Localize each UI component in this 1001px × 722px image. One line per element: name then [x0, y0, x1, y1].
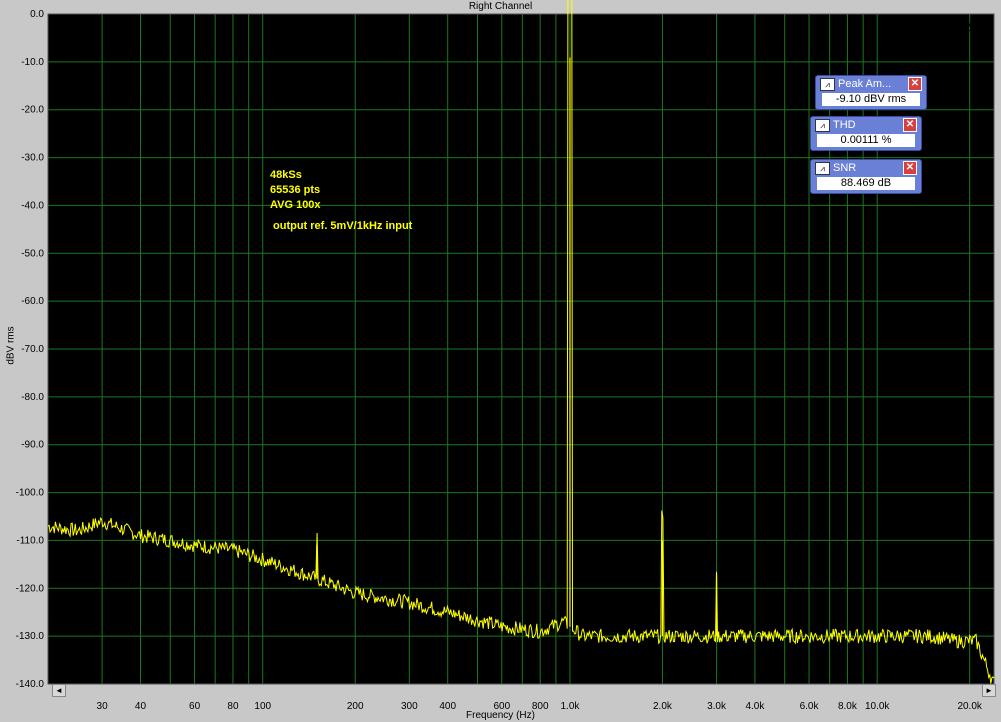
waveform-icon: ⩘ [815, 119, 830, 132]
waveform-icon: ⩘ [815, 162, 830, 175]
meter-peak-amplitude[interactable]: ⩘ Peak Am... ✕ -9.10 dBV rms [815, 75, 927, 110]
y-tick-label: 0.0 [30, 9, 44, 20]
meter-value: 88.469 dB [817, 177, 915, 190]
meter-value: 0.00111 % [817, 134, 915, 147]
scroll-left-button[interactable]: ◄ [52, 684, 66, 697]
scroll-right-button[interactable]: ► [982, 684, 996, 697]
waveform-icon: ⩘ [820, 78, 835, 91]
annotation-text: AVG 100x [270, 199, 321, 211]
y-tick-label: -100.0 [16, 488, 45, 499]
close-icon[interactable]: ✕ [903, 161, 917, 175]
x-axis-label: Frequency (Hz) [466, 710, 535, 721]
close-icon[interactable]: ✕ [908, 77, 922, 91]
y-tick-label: -120.0 [16, 583, 45, 594]
annotation-text: 48kSs [270, 169, 302, 181]
y-tick-label: -140.0 [16, 679, 45, 690]
y-tick-label: -110.0 [16, 535, 44, 546]
chart-window: Right Channel 0.0 -10.0 -20.0 -30.0 -40.0 -50… [0, 0, 1001, 722]
y-tick-label: -50.0 [21, 248, 44, 259]
y-tick-label: -70.0 [21, 344, 44, 355]
y-tick-label: -80.0 [21, 392, 44, 403]
annotation-text: 65536 pts [270, 184, 320, 196]
annotation-text: output ref. 5mV/1kHz input [273, 220, 413, 232]
y-tick-label: -130.0 [16, 631, 45, 642]
meter-snr[interactable]: ⩘ SNR ✕ 88.469 dB [810, 159, 922, 194]
y-tick-label: -10.0 [21, 57, 44, 68]
meter-label: THD [833, 119, 856, 131]
generator-icon[interactable]: §∆ [956, 18, 972, 34]
y-tick-label: -30.0 [21, 153, 44, 164]
y-tick-label: -90.0 [21, 440, 44, 451]
meter-label: SNR [833, 162, 857, 174]
y-tick-label: -60.0 [21, 296, 44, 307]
y-tick-label: -20.0 [21, 105, 44, 116]
meter-value: -9.10 dBV rms [822, 93, 920, 106]
meter-label: Peak Am... [838, 78, 892, 90]
close-icon[interactable]: ✕ [903, 118, 917, 132]
y-axis-label: dBV rms [5, 326, 17, 365]
meter-thd[interactable]: ⩘ THD ✕ 0.00111 % [810, 116, 922, 151]
y-tick-label: -40.0 [21, 200, 44, 211]
